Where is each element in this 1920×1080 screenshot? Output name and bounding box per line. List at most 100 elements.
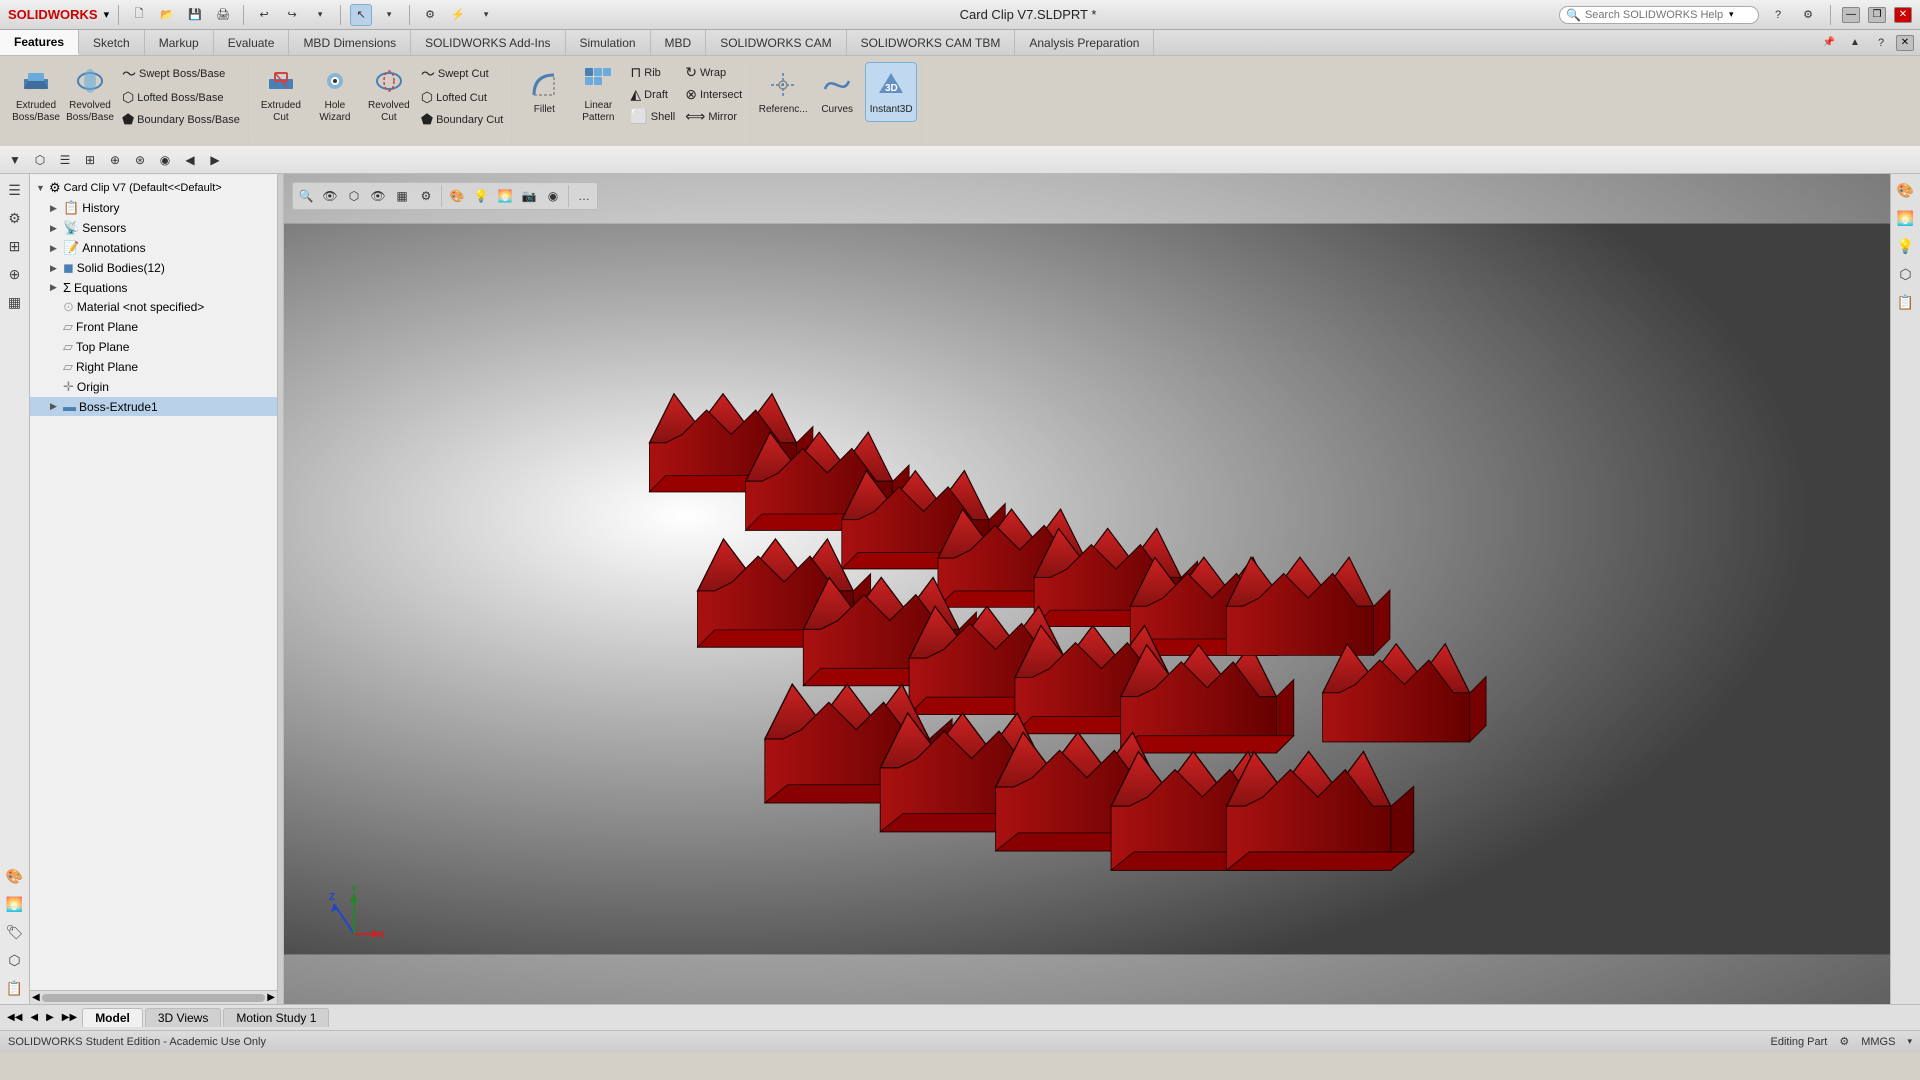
task-pane-icon[interactable]: 📋 [3, 976, 27, 1000]
help-icon[interactable]: ? [1767, 4, 1789, 26]
bottom-tab-motion-study[interactable]: Motion Study 1 [223, 1008, 329, 1027]
intersect-button[interactable]: ⊗ Intersect [681, 84, 746, 105]
tab-nav-next[interactable]: ▶ [43, 1012, 57, 1023]
tab-simulation[interactable]: Simulation [566, 30, 651, 55]
appearance-icon2[interactable]: 🎨 [3, 864, 27, 888]
undo-button[interactable]: ↩ [253, 4, 275, 26]
curves-button[interactable]: Curves [811, 62, 863, 122]
feature-manager-icon[interactable]: ☰ [3, 178, 27, 202]
maximize-button[interactable]: ❐ [1868, 7, 1886, 23]
save-button[interactable]: 💾 [184, 4, 206, 26]
sensors-expand[interactable]: ▶ [50, 223, 60, 234]
swept-boss-base-button[interactable]: 〜 Swept Boss/Base [118, 62, 244, 86]
titlebar-menu-arrow[interactable]: ▾ [104, 8, 110, 21]
print-button[interactable]: 🖨 [212, 4, 234, 26]
property-manager-icon2[interactable]: ⚙ [3, 206, 27, 230]
references-button[interactable]: Referenc... [757, 62, 809, 122]
wrap-button[interactable]: ↻ Wrap [681, 62, 746, 83]
tree-item-boss-extrude1[interactable]: ▶ ▬ Boss-Extrude1 [30, 397, 277, 416]
ribbon-collapse-icon[interactable]: ▲ [1844, 32, 1866, 54]
tree-item-solid-bodies[interactable]: ▶ ◼ Solid Bodies(12) [30, 258, 277, 278]
open-button[interactable]: 📂 [156, 4, 178, 26]
tab-nav-first[interactable]: ◀◀ [4, 1012, 25, 1023]
display-pane-icon2[interactable]: ▦ [3, 290, 27, 314]
tab-features[interactable]: Features [0, 30, 79, 55]
options-button[interactable]: ⚡ [447, 4, 469, 26]
scene-icon[interactable]: 🌅 [3, 892, 27, 916]
hole-wizard-button[interactable]: Hole Wizard [309, 62, 361, 127]
right-icon-2[interactable]: 🌅 [1894, 206, 1918, 230]
lofted-cut-button[interactable]: ⬡ Lofted Cut [417, 87, 507, 108]
viewport[interactable]: 🔍 👁 ⬡ 👁 ▦ ⚙ 🎨 💡 🌅 📷 ◉ … [284, 174, 1890, 1004]
tree-item-history[interactable]: ▶ 📋 History [30, 198, 277, 218]
horizontal-scrollbar[interactable]: ◀ ▶ [30, 990, 277, 1004]
appearance-icon[interactable]: ◉ [154, 149, 176, 171]
bottom-tab-3d-views[interactable]: 3D Views [145, 1008, 221, 1027]
equations-expand[interactable]: ▶ [50, 282, 60, 293]
rib-button[interactable]: ⊓ Rib [626, 62, 679, 83]
right-icon-1[interactable]: 🎨 [1894, 178, 1918, 202]
history-expand[interactable]: ▶ [50, 203, 60, 214]
decals-icon[interactable]: 🏷 [3, 920, 27, 944]
tree-item-front-plane[interactable]: ▱ Front Plane [30, 317, 277, 337]
new-button[interactable]: 🗋 [128, 4, 150, 26]
swept-cut-button[interactable]: 〜 Swept Cut [417, 62, 507, 86]
tab-analysis-preparation[interactable]: Analysis Preparation [1015, 30, 1154, 55]
lofted-boss-base-button[interactable]: ⬡ Lofted Boss/Base [118, 87, 244, 108]
view-selector-icon[interactable]: ⬡ [29, 149, 51, 171]
tab-solidworks-cam-tbm[interactable]: SOLIDWORKS CAM TBM [847, 30, 1016, 55]
ribbon-help-icon[interactable]: ? [1870, 32, 1892, 54]
boundary-boss-base-button[interactable]: ⬟ Boundary Boss/Base [118, 109, 244, 130]
solid-bodies-expand[interactable]: ▶ [50, 263, 60, 274]
tab-solidworks-addins[interactable]: SOLIDWORKS Add-Ins [411, 30, 565, 55]
tab-nav-prev[interactable]: ◀ [27, 1012, 41, 1023]
bottom-tab-model[interactable]: Model [82, 1008, 143, 1027]
search-dropdown[interactable]: ▾ [1729, 9, 1734, 20]
tree-item-sensors[interactable]: ▶ 📡 Sensors [30, 218, 277, 238]
shell-button[interactable]: ⬜ Shell [626, 106, 679, 127]
redo-button[interactable]: ↪ [281, 4, 303, 26]
units-dropdown[interactable]: ▾ [1907, 1036, 1912, 1047]
undo-arrow[interactable]: ▾ [309, 4, 331, 26]
right-icon-3[interactable]: 💡 [1894, 234, 1918, 258]
revolved-boss-base-button[interactable]: Revolved Boss/Base [64, 62, 116, 127]
scroll-right[interactable]: ▶ [267, 992, 275, 1003]
tab-nav-last[interactable]: ▶▶ [59, 1012, 80, 1023]
config-manager-icon[interactable]: ⊞ [79, 149, 101, 171]
config-icon[interactable]: ⊞ [3, 234, 27, 258]
close-button[interactable]: ✕ [1894, 7, 1912, 23]
boundary-cut-button[interactable]: ⬟ Boundary Cut [417, 109, 507, 130]
search-input[interactable] [1585, 9, 1725, 21]
tab-mbd-dimensions[interactable]: MBD Dimensions [289, 30, 411, 55]
rebuild-button[interactable]: ⚙ [419, 4, 441, 26]
dim-expert-icon[interactable]: ⊕ [104, 149, 126, 171]
right-icon-5[interactable]: 📋 [1894, 290, 1918, 314]
tab-solidworks-cam[interactable]: SOLIDWORKS CAM [706, 30, 846, 55]
tree-item-origin[interactable]: ✛ Origin [30, 377, 277, 397]
display-pane-icon[interactable]: ⊛ [129, 149, 151, 171]
status-icon[interactable]: ⚙ [1839, 1035, 1849, 1048]
tab-mbd[interactable]: MBD [651, 30, 707, 55]
prev-icon[interactable]: ◀ [179, 149, 201, 171]
ribbon-close-icon[interactable]: ✕ [1896, 35, 1914, 51]
3d-content-icon[interactable]: ⬡ [3, 948, 27, 972]
tree-item-equations[interactable]: ▶ Σ Equations [30, 278, 277, 297]
tab-sketch[interactable]: Sketch [79, 30, 145, 55]
tab-evaluate[interactable]: Evaluate [214, 30, 290, 55]
tree-item-right-plane[interactable]: ▱ Right Plane [30, 357, 277, 377]
fillet-button[interactable]: Fillet [518, 62, 570, 122]
dim-xpert-icon[interactable]: ⊕ [3, 262, 27, 286]
annotations-expand[interactable]: ▶ [50, 243, 60, 254]
property-manager-icon[interactable]: ☰ [54, 149, 76, 171]
scroll-left[interactable]: ◀ [32, 992, 40, 1003]
minimize-button[interactable]: — [1842, 7, 1860, 23]
mirror-button[interactable]: ⟺ Mirror [681, 106, 746, 127]
draft-button[interactable]: ◭ Draft [626, 84, 679, 105]
revolved-cut-button[interactable]: Revolved Cut [363, 62, 415, 127]
tree-root[interactable]: ▼ ⚙ Card Clip V7 (Default<<Default> [30, 178, 277, 198]
root-expand-arrow[interactable]: ▼ [36, 183, 46, 193]
filter-icon[interactable]: ▼ [4, 149, 26, 171]
select-button[interactable]: ↖ [350, 4, 372, 26]
customize-arrow[interactable]: ▾ [475, 4, 497, 26]
instant3d-button[interactable]: 3D Instant3D [865, 62, 917, 122]
